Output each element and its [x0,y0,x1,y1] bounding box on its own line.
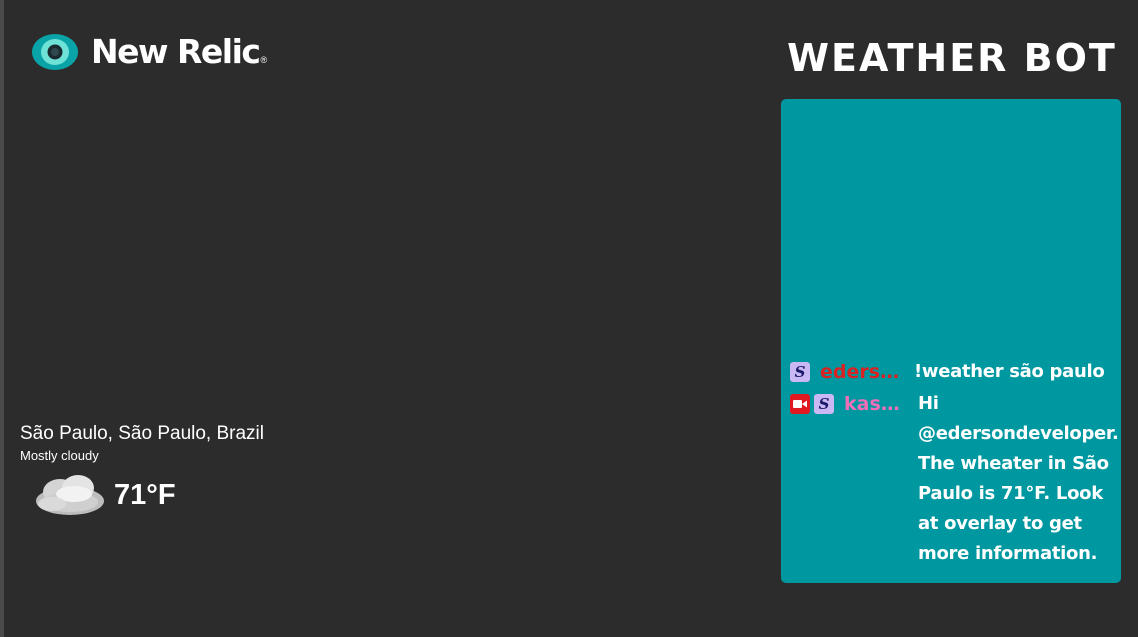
weather-summary: 71°F [30,468,176,522]
brand-registered-mark: ® [260,55,268,65]
chat-panel: S edersondeveloper !weather são paulo S … [781,99,1121,583]
chat-message: S kastbot Hi @edersondeveloper. The whea… [790,393,1119,569]
chat-username[interactable]: edersondeveloper [820,361,900,383]
broadcaster-camera-icon [790,394,810,414]
overlay-title: WEATHER BOT [787,36,1117,80]
new-relic-logo-icon [32,34,78,70]
weather-condition: Mostly cloudy [20,448,99,463]
chat-badges: S [790,393,838,415]
subscriber-badge-icon: S [790,362,810,382]
weather-temperature: 71°F [114,478,176,511]
weather-location: São Paulo, São Paulo, Brazil [20,423,264,444]
chat-username[interactable]: kastbot [844,393,900,415]
chat-badges: S [790,361,814,383]
chat-message: S edersondeveloper !weather são paulo [790,361,1115,387]
subscriber-badge-icon: S [814,394,834,414]
window-edge [0,0,4,637]
chat-message-text: Hi @edersondeveloper. The wheater in São… [918,393,1119,564]
brand-header: New Relic ® [31,33,267,71]
brand-name: New Relic [91,32,261,71]
cloud-icon [36,475,104,515]
chat-message-text: !weather são paulo [914,361,1105,382]
